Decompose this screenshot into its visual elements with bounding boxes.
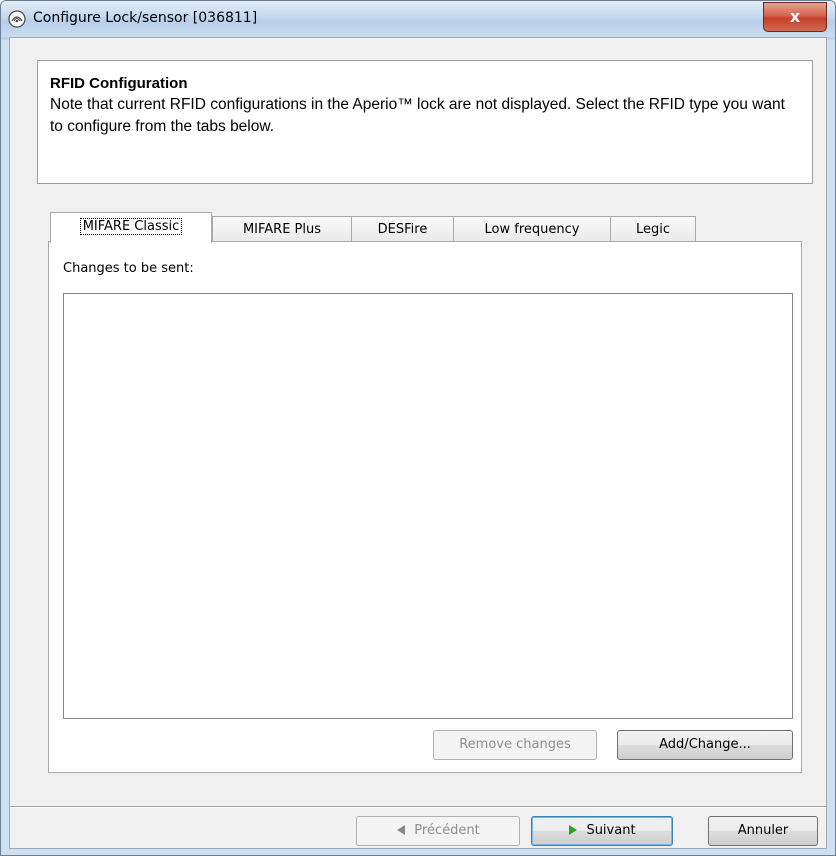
tab-label: DESFire xyxy=(377,222,428,237)
previous-button[interactable]: Précédent xyxy=(356,816,520,846)
tab-label: Low frequency xyxy=(484,222,580,237)
tab-desfire[interactable]: DESFire xyxy=(351,216,454,242)
triangle-right-icon xyxy=(569,824,578,835)
header-panel: RFID Configuration Note that current RFI… xyxy=(37,60,813,184)
changes-list[interactable] xyxy=(63,293,793,719)
add-change-button[interactable]: Add/Change... xyxy=(617,730,793,760)
previous-label: Précédent xyxy=(414,823,480,838)
footer-separator xyxy=(10,806,826,808)
cancel-button[interactable]: Annuler xyxy=(708,816,818,846)
tab-mifare-classic[interactable]: MIFARE Classic xyxy=(50,212,212,243)
tab-legic[interactable]: Legic xyxy=(610,216,696,242)
dialog-client-area: RFID Configuration Note that current RFI… xyxy=(9,37,827,849)
tab-label: MIFARE Plus xyxy=(242,222,322,237)
tab-low-frequency[interactable]: Low frequency xyxy=(453,216,611,242)
next-label: Suivant xyxy=(586,823,636,838)
rfid-type-tabs: MIFARE Classic MIFARE Plus DESFire Low f… xyxy=(50,212,750,243)
section-description: Note that current RFID configurations in… xyxy=(50,96,785,135)
remove-changes-button[interactable]: Remove changes xyxy=(433,730,597,760)
next-button[interactable]: Suivant xyxy=(531,816,673,846)
aperio-logo-icon xyxy=(8,10,26,28)
dialog-window: Configure Lock/sensor [036811] x RFID Co… xyxy=(0,0,836,856)
title-bar[interactable]: Configure Lock/sensor [036811] x xyxy=(1,1,835,37)
close-button[interactable]: x xyxy=(763,2,827,32)
section-title: RFID Configuration xyxy=(50,75,188,92)
triangle-left-icon xyxy=(397,824,406,835)
window-title: Configure Lock/sensor [036811] xyxy=(33,10,258,26)
tab-panel-mifare-classic: Changes to be sent: Remove changes Add/C… xyxy=(48,241,802,773)
changes-label: Changes to be sent: xyxy=(63,261,194,276)
tab-label: Legic xyxy=(635,222,671,237)
tab-label: MIFARE Classic xyxy=(79,218,183,235)
tab-mifare-plus[interactable]: MIFARE Plus xyxy=(212,216,352,242)
